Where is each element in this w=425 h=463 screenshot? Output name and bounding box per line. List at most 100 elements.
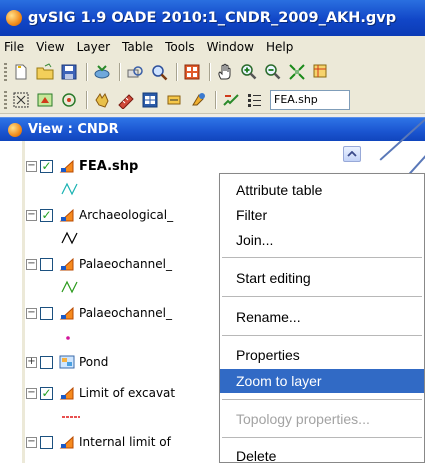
print-preview-icon[interactable] bbox=[124, 61, 146, 83]
layer-context-menu: Attribute table Filter Join... Start edi… bbox=[219, 173, 425, 463]
gvsig-window: gvSIG 1.9 OADE 2010:1_CNDR_2009_AKH.gvp … bbox=[0, 0, 425, 463]
toc-layer-row[interactable]: − ✓ Limit of excavat bbox=[26, 382, 175, 404]
raster-layer-icon bbox=[59, 355, 75, 369]
open-folder-icon[interactable] bbox=[34, 61, 56, 83]
menu-item-rename[interactable]: Rename... bbox=[220, 305, 424, 329]
save-icon[interactable] bbox=[58, 61, 80, 83]
active-layer-combo[interactable]: FEA.shp bbox=[270, 89, 350, 110]
collapse-toggle[interactable]: − bbox=[26, 160, 37, 172]
toc-layer-row[interactable]: − Palaeochannel_ bbox=[26, 253, 172, 275]
vector-layer-icon bbox=[59, 159, 74, 173]
window-title: gvSIG 1.9 OADE 2010:1_CNDR_2009_AKH.gvp bbox=[28, 10, 397, 26]
menu-table[interactable]: Table bbox=[116, 40, 159, 54]
menu-help[interactable]: Help bbox=[260, 40, 299, 54]
collapse-toggle[interactable]: − bbox=[26, 436, 37, 448]
graphic-icon[interactable] bbox=[187, 89, 209, 111]
full-extent-icon[interactable] bbox=[286, 61, 308, 83]
pan-hand-icon[interactable] bbox=[214, 61, 236, 83]
vector-layer-icon bbox=[59, 386, 74, 400]
select-polygon-icon[interactable] bbox=[34, 89, 56, 111]
collapse-toggle[interactable]: − bbox=[26, 258, 37, 270]
toolbar-grip[interactable] bbox=[4, 63, 7, 81]
menu-view[interactable]: View bbox=[30, 40, 70, 54]
select-point-icon[interactable] bbox=[58, 89, 80, 111]
collapse-toggle[interactable]: − bbox=[26, 209, 37, 221]
layer-visibility-checkbox[interactable] bbox=[40, 257, 53, 271]
menu-file[interactable]: File bbox=[0, 40, 30, 54]
zoom-in-icon[interactable] bbox=[238, 61, 260, 83]
menu-item-join[interactable]: Join... bbox=[220, 228, 424, 252]
layer-visibility-checkbox[interactable] bbox=[40, 435, 53, 449]
toolbar-separator bbox=[215, 90, 216, 109]
vector-layer-icon bbox=[59, 306, 74, 320]
view-title: View : CNDR bbox=[28, 122, 119, 137]
layer-legend-symbol bbox=[60, 277, 84, 297]
layer-legend-symbol bbox=[60, 179, 84, 199]
menu-item-properties[interactable]: Properties bbox=[220, 343, 424, 367]
expand-toggle[interactable]: + bbox=[26, 356, 37, 368]
menu-bar: File View Layer Table Tools Window Help bbox=[0, 36, 425, 58]
calculator-icon[interactable] bbox=[181, 61, 203, 83]
toolbar-separator bbox=[176, 63, 177, 81]
layer-name: Archaeological_ bbox=[79, 208, 174, 222]
main-toolbar bbox=[0, 58, 425, 86]
collapse-toggle[interactable]: − bbox=[26, 387, 37, 399]
toc-layer-row[interactable]: − ✓ Archaeological_ bbox=[26, 204, 173, 226]
toc-layer-row[interactable]: − Internal limit of bbox=[26, 431, 171, 453]
new-file-icon[interactable] bbox=[10, 61, 32, 83]
edit-layer-icon[interactable] bbox=[220, 89, 242, 111]
view-icon bbox=[8, 122, 22, 137]
zoom-select-icon[interactable] bbox=[310, 61, 332, 83]
attribute-table-icon[interactable] bbox=[139, 89, 161, 111]
toolbar-separator bbox=[86, 90, 87, 109]
toc-left-border bbox=[22, 141, 25, 463]
toc-scroll-up-button[interactable] bbox=[343, 146, 361, 162]
menu-separator bbox=[222, 296, 422, 297]
add-layer-icon[interactable] bbox=[91, 61, 113, 83]
locate-icon[interactable] bbox=[148, 61, 170, 83]
info-tool-icon[interactable] bbox=[91, 89, 113, 111]
toolbar-grip[interactable] bbox=[4, 90, 7, 109]
menu-item-zoom-to-layer[interactable]: Zoom to layer bbox=[220, 369, 424, 393]
toolbar-separator bbox=[86, 63, 87, 81]
menu-item-attribute-table[interactable]: Attribute table bbox=[220, 178, 424, 202]
vector-layer-icon bbox=[59, 435, 74, 449]
vector-layer-icon bbox=[59, 208, 74, 222]
menu-item-delete[interactable]: Delete bbox=[220, 444, 424, 463]
menu-window[interactable]: Window bbox=[201, 40, 260, 54]
menu-item-start-editing[interactable]: Start editing bbox=[220, 266, 424, 290]
layer-legend-symbol bbox=[60, 406, 84, 426]
layer-visibility-checkbox[interactable]: ✓ bbox=[40, 159, 53, 173]
layer-name: Limit of excavat bbox=[79, 386, 176, 400]
measure-icon[interactable] bbox=[115, 89, 137, 111]
vector-layer-icon bbox=[59, 257, 74, 271]
layer-name: FEA.shp bbox=[79, 158, 139, 174]
layer-visibility-checkbox[interactable]: ✓ bbox=[40, 208, 53, 222]
toc-layer-row[interactable]: − ✓ FEA.shp bbox=[26, 155, 138, 177]
hyperlink-icon[interactable] bbox=[163, 89, 185, 111]
zoom-out-icon[interactable] bbox=[262, 61, 284, 83]
layer-name: Palaeochannel_ bbox=[79, 257, 172, 271]
layer-name: Pond bbox=[79, 355, 109, 369]
menu-item-topology-properties: Topology properties... bbox=[236, 411, 370, 427]
legend-list-icon[interactable] bbox=[244, 89, 266, 111]
layer-visibility-checkbox[interactable] bbox=[40, 306, 53, 320]
select-rectangle-icon[interactable] bbox=[10, 89, 32, 111]
menu-item-filter[interactable]: Filter bbox=[220, 203, 424, 227]
layer-legend-symbol bbox=[60, 228, 84, 248]
toc-layer-row[interactable]: − Palaeochannel_ bbox=[26, 302, 172, 324]
menu-layer[interactable]: Layer bbox=[71, 40, 116, 54]
layer-visibility-checkbox[interactable] bbox=[40, 355, 53, 369]
layer-visibility-checkbox[interactable]: ✓ bbox=[40, 386, 53, 400]
title-bar[interactable]: gvSIG 1.9 OADE 2010:1_CNDR_2009_AKH.gvp bbox=[0, 0, 425, 36]
layer-name: Internal limit of bbox=[79, 435, 171, 449]
menu-separator bbox=[222, 257, 422, 258]
gvsig-app-icon bbox=[6, 10, 22, 26]
menu-tools[interactable]: Tools bbox=[159, 40, 201, 54]
layer-name: Palaeochannel_ bbox=[79, 306, 172, 320]
view-window-titlebar[interactable]: View : CNDR bbox=[0, 117, 425, 141]
toolbar-separator bbox=[209, 63, 210, 81]
toc-layer-row[interactable]: + Pond bbox=[26, 351, 108, 373]
collapse-toggle[interactable]: − bbox=[26, 307, 37, 319]
secondary-toolbar: FEA.shp bbox=[0, 86, 425, 114]
